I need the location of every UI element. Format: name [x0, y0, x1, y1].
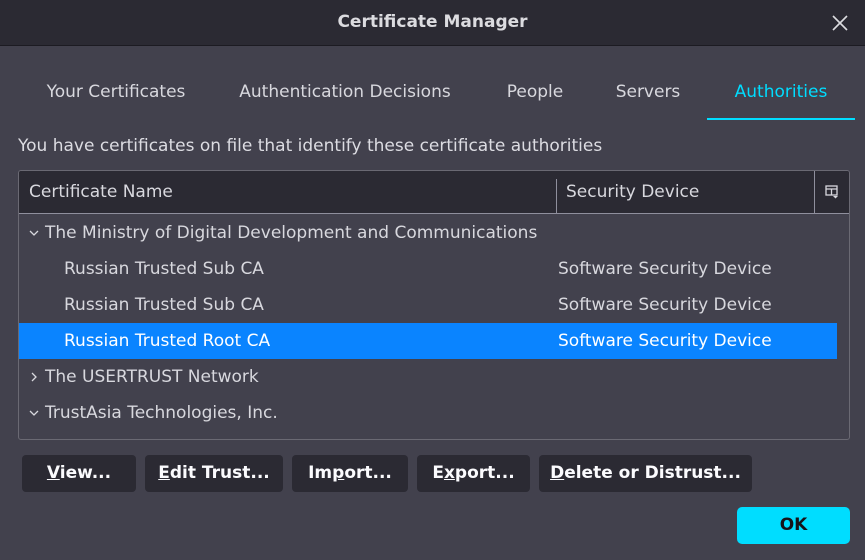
- button-label: E: [432, 463, 444, 483]
- button-label: dit Trust...: [169, 463, 270, 483]
- tree-group-row[interactable]: The Ministry of Digital Development and …: [19, 215, 849, 251]
- title-bar: Certificate Manager: [0, 0, 865, 46]
- tree-cert-row[interactable]: Russian Trusted Sub CA Software Security…: [19, 287, 849, 323]
- column-splitter[interactable]: [556, 179, 557, 213]
- export-button[interactable]: Export...: [417, 455, 530, 492]
- cert-name: Russian Trusted Sub CA: [64, 259, 264, 279]
- twisty[interactable]: [27, 215, 41, 251]
- certificate-manager-dialog: Certificate Manager Your Certificates Au…: [0, 0, 865, 560]
- chevron-down-icon: [29, 230, 39, 236]
- edit-trust-button[interactable]: Edit Trust...: [145, 455, 283, 492]
- twisty[interactable]: [27, 359, 41, 395]
- button-label: iew...: [59, 463, 112, 483]
- button-label: ort...: [344, 463, 392, 483]
- delete-or-distrust-button[interactable]: Delete or Distrust...: [539, 455, 752, 492]
- view-button[interactable]: View...: [22, 455, 136, 492]
- group-label: The USERTRUST Network: [45, 367, 259, 387]
- tree-rows: The Ministry of Digital Development and …: [19, 215, 849, 431]
- access-key: x: [443, 463, 455, 483]
- ok-button[interactable]: OK: [737, 507, 850, 544]
- tab-authorities[interactable]: Authorities: [707, 64, 855, 120]
- tab-people[interactable]: People: [492, 64, 578, 120]
- column-header-certificate-name[interactable]: Certificate Name: [29, 171, 555, 213]
- chevron-down-icon: [29, 410, 39, 416]
- close-button[interactable]: [825, 8, 855, 38]
- cert-device: Software Security Device: [558, 295, 772, 315]
- column-header-security-device[interactable]: Security Device: [566, 171, 814, 213]
- cert-name: Russian Trusted Root CA: [64, 331, 271, 351]
- close-icon: [832, 15, 848, 31]
- description-text: You have certificates on file that ident…: [18, 136, 603, 156]
- cert-device: Software Security Device: [558, 259, 772, 279]
- column-picker-icon: [825, 185, 838, 199]
- import-button[interactable]: Import...: [292, 455, 408, 492]
- tab-your-certificates[interactable]: Your Certificates: [26, 64, 206, 120]
- tab-servers[interactable]: Servers: [602, 64, 694, 120]
- twisty[interactable]: [27, 395, 41, 431]
- tree-group-row[interactable]: TrustAsia Technologies, Inc.: [19, 395, 849, 431]
- access-key: D: [550, 463, 565, 483]
- certificate-tree[interactable]: Certificate Name Security Device The Min…: [18, 170, 850, 440]
- button-label: port...: [454, 463, 515, 483]
- button-label: Im: [308, 463, 333, 483]
- access-key: p: [332, 463, 345, 483]
- cert-name: Russian Trusted Sub CA: [64, 295, 264, 315]
- access-key: V: [46, 463, 60, 483]
- group-label: TrustAsia Technologies, Inc.: [45, 403, 278, 423]
- group-label: The Ministry of Digital Development and …: [45, 223, 538, 243]
- tab-bar: Your Certificates Authentication Decisio…: [18, 64, 855, 122]
- window-title: Certificate Manager: [337, 12, 528, 32]
- button-label: elete or Distrust...: [564, 463, 741, 483]
- tree-header: Certificate Name Security Device: [19, 171, 849, 214]
- cert-device: Software Security Device: [558, 331, 772, 351]
- tree-cert-row[interactable]: Russian Trusted Sub CA Software Security…: [19, 251, 849, 287]
- tree-group-row[interactable]: The USERTRUST Network: [19, 359, 849, 395]
- chevron-right-icon: [31, 372, 37, 382]
- tab-authentication-decisions[interactable]: Authentication Decisions: [222, 64, 468, 120]
- column-picker-button[interactable]: [814, 171, 849, 213]
- access-key: E: [158, 463, 170, 483]
- tree-cert-row-selected[interactable]: Russian Trusted Root CA Software Securit…: [19, 323, 837, 359]
